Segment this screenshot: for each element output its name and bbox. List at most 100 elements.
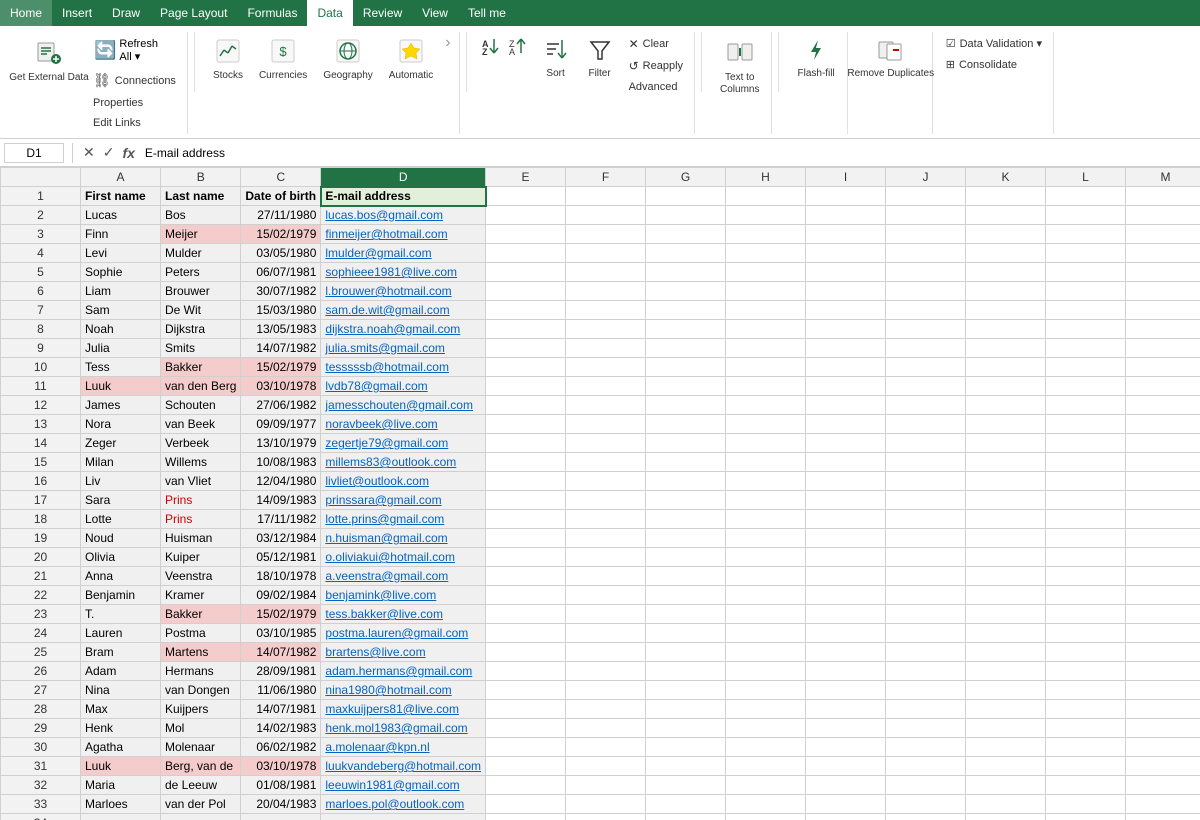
cell-4-b[interactable]: Mulder <box>161 244 241 263</box>
get-external-data-button[interactable]: Get External Data <box>14 34 84 88</box>
empty-cell-17[interactable] <box>886 491 966 510</box>
empty-cell-7[interactable] <box>566 301 646 320</box>
empty-cell-9[interactable] <box>1046 339 1126 358</box>
empty-cell-16[interactable] <box>1046 472 1126 491</box>
empty-cell-27[interactable] <box>486 681 566 700</box>
cell-21-b[interactable]: Veenstra <box>161 567 241 586</box>
empty-cell-10[interactable] <box>886 358 966 377</box>
empty-cell-25[interactable] <box>1046 643 1126 662</box>
empty-cell-22[interactable] <box>1126 586 1200 605</box>
cell-21-c[interactable]: 18/10/1978 <box>241 567 321 586</box>
cell-32-b[interactable]: de Leeuw <box>161 776 241 795</box>
empty-cell-24[interactable] <box>806 624 886 643</box>
empty-cell-34[interactable] <box>1046 814 1126 820</box>
empty-cell-25[interactable] <box>726 643 806 662</box>
cell-14-b[interactable]: Verbeek <box>161 434 241 453</box>
empty-cell-17[interactable] <box>646 491 726 510</box>
empty-cell-3[interactable] <box>806 225 886 244</box>
empty-cell-19[interactable] <box>966 529 1046 548</box>
empty-cell-1[interactable] <box>1126 187 1200 206</box>
empty-cell-6[interactable] <box>486 282 566 301</box>
col-header-c[interactable]: C <box>241 168 321 187</box>
empty-cell-2[interactable] <box>1126 206 1200 225</box>
empty-cell-7[interactable] <box>1046 301 1126 320</box>
empty-cell-3[interactable] <box>486 225 566 244</box>
empty-cell-5[interactable] <box>806 263 886 282</box>
cell-23-a[interactable]: T. <box>81 605 161 624</box>
empty-cell-26[interactable] <box>806 662 886 681</box>
cell-19-b[interactable]: Huisman <box>161 529 241 548</box>
empty-cell-19[interactable] <box>806 529 886 548</box>
empty-cell-4[interactable] <box>486 244 566 263</box>
cell-10-b[interactable]: Bakker <box>161 358 241 377</box>
empty-cell-22[interactable] <box>566 586 646 605</box>
empty-cell-5[interactable] <box>1046 263 1126 282</box>
empty-cell-29[interactable] <box>726 719 806 738</box>
empty-cell-5[interactable] <box>726 263 806 282</box>
empty-cell-31[interactable] <box>1046 757 1126 776</box>
cell-25-b[interactable]: Martens <box>161 643 241 662</box>
col-header-j[interactable]: J <box>886 168 966 187</box>
cell-8-d[interactable]: dijkstra.noah@gmail.com <box>321 320 486 339</box>
empty-cell-25[interactable] <box>486 643 566 662</box>
cell-7-c[interactable]: 15/03/1980 <box>241 301 321 320</box>
empty-cell-34[interactable] <box>646 814 726 820</box>
cell-31-d[interactable]: luukvandeberg@hotmail.com <box>321 757 486 776</box>
empty-cell-24[interactable] <box>486 624 566 643</box>
cell-34-b[interactable] <box>161 814 241 820</box>
text-to-columns-button[interactable]: Text toColumns <box>714 34 765 100</box>
empty-cell-14[interactable] <box>1126 434 1200 453</box>
empty-cell-6[interactable] <box>566 282 646 301</box>
cell-2-a[interactable]: Lucas <box>81 206 161 225</box>
row-header-2[interactable]: 2 <box>1 206 81 225</box>
connections-button[interactable]: ⛓ Connections <box>88 69 181 92</box>
empty-cell-11[interactable] <box>806 377 886 396</box>
cell-27-c[interactable]: 11/06/1980 <box>241 681 321 700</box>
cell-9-b[interactable]: Smits <box>161 339 241 358</box>
sort-za-button[interactable]: ZA <box>506 34 532 58</box>
empty-cell-9[interactable] <box>646 339 726 358</box>
cell-24-d[interactable]: postma.lauren@gmail.com <box>321 624 486 643</box>
cell-26-a[interactable]: Adam <box>81 662 161 681</box>
col-header-f[interactable]: F <box>566 168 646 187</box>
cell-18-d[interactable]: lotte.prins@gmail.com <box>321 510 486 529</box>
cell-13-b[interactable]: van Beek <box>161 415 241 434</box>
row-header-5[interactable]: 5 <box>1 263 81 282</box>
menu-item-formulas[interactable]: Formulas <box>237 0 307 26</box>
empty-cell-16[interactable] <box>966 472 1046 491</box>
empty-cell-10[interactable] <box>646 358 726 377</box>
row-header-22[interactable]: 22 <box>1 586 81 605</box>
empty-cell-23[interactable] <box>1046 605 1126 624</box>
edit-links-button[interactable]: Edit Links <box>88 114 181 132</box>
row-header-10[interactable]: 10 <box>1 358 81 377</box>
empty-cell-15[interactable] <box>886 453 966 472</box>
empty-cell-29[interactable] <box>806 719 886 738</box>
empty-cell-1[interactable] <box>966 187 1046 206</box>
empty-cell-12[interactable] <box>726 396 806 415</box>
empty-cell-31[interactable] <box>886 757 966 776</box>
empty-cell-28[interactable] <box>726 700 806 719</box>
empty-cell-33[interactable] <box>966 795 1046 814</box>
cell-1-c[interactable]: Date of birth <box>241 187 321 206</box>
cell-33-b[interactable]: van der Pol <box>161 795 241 814</box>
cell-3-a[interactable]: Finn <box>81 225 161 244</box>
empty-cell-33[interactable] <box>1126 795 1200 814</box>
cell-20-b[interactable]: Kuiper <box>161 548 241 567</box>
row-header-6[interactable]: 6 <box>1 282 81 301</box>
empty-cell-17[interactable] <box>566 491 646 510</box>
cell-4-d[interactable]: lmulder@gmail.com <box>321 244 486 263</box>
row-header-24[interactable]: 24 <box>1 624 81 643</box>
row-header-17[interactable]: 17 <box>1 491 81 510</box>
menu-item-view[interactable]: View <box>412 0 458 26</box>
cell-4-c[interactable]: 03/05/1980 <box>241 244 321 263</box>
empty-cell-22[interactable] <box>1046 586 1126 605</box>
cell-28-c[interactable]: 14/07/1981 <box>241 700 321 719</box>
cell-27-b[interactable]: van Dongen <box>161 681 241 700</box>
cell-2-d[interactable]: lucas.bos@gmail.com <box>321 206 486 225</box>
empty-cell-21[interactable] <box>726 567 806 586</box>
empty-cell-3[interactable] <box>726 225 806 244</box>
cell-28-d[interactable]: maxkuijpers81@live.com <box>321 700 486 719</box>
cell-33-d[interactable]: marloes.pol@outlook.com <box>321 795 486 814</box>
cell-33-a[interactable]: Marloes <box>81 795 161 814</box>
empty-cell-25[interactable] <box>1126 643 1200 662</box>
